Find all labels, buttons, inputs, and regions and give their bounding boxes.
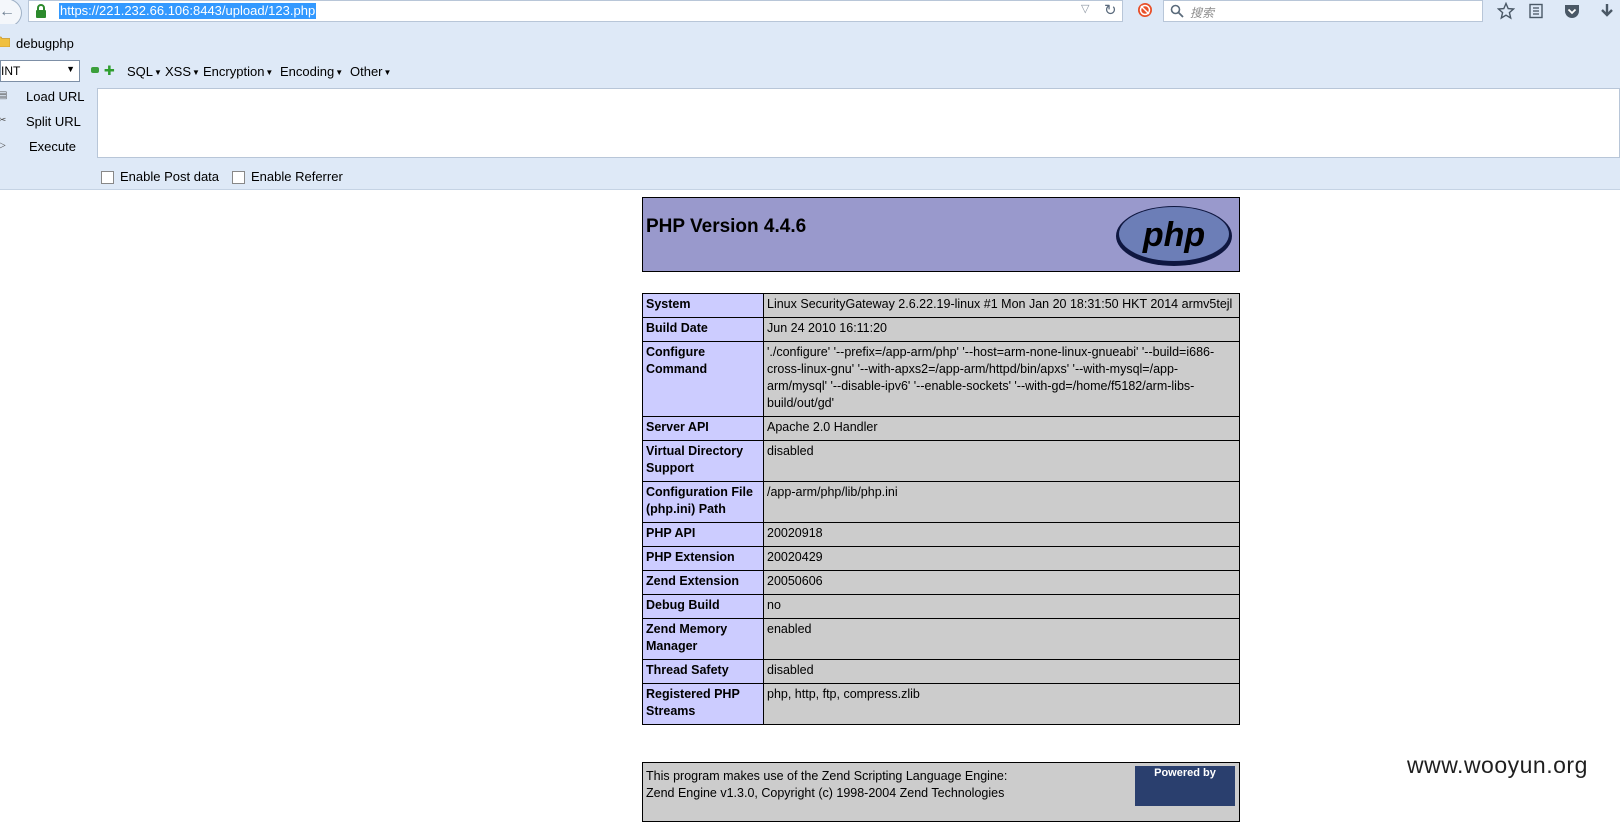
table-row: System Linux SecurityGateway 2.6.22.19-li… <box>642 293 1240 318</box>
menu-encryption[interactable]: Encryption▼ <box>203 64 273 79</box>
lock-icon <box>36 4 46 18</box>
checkbox-box[interactable] <box>232 171 245 184</box>
search-placeholder: 搜索 <box>1190 6 1215 20</box>
row-label: Server API <box>642 416 764 441</box>
zend-line-1: This program makes use of the Zend Scrip… <box>646 769 1008 783</box>
search-bar[interactable]: 搜索 <box>1163 0 1483 22</box>
row-value: disabled <box>763 659 1240 684</box>
row-label: Debug Build <box>642 594 764 619</box>
row-value: /app-arm/php/lib/php.ini <box>763 481 1240 523</box>
row-label: PHP API <box>642 522 764 547</box>
row-value: disabled <box>763 440 1240 482</box>
folder-icon <box>0 36 10 47</box>
download-icon[interactable] <box>1598 2 1616 20</box>
row-value: 20020429 <box>763 546 1240 571</box>
table-row: Zend Memory Manager enabled <box>642 618 1240 660</box>
table-row: PHP Extension 20020429 <box>642 546 1240 571</box>
row-label: Thread Safety <box>642 659 764 684</box>
php-logo: php <box>1116 206 1232 266</box>
increase-icon[interactable]: ✚ <box>104 63 115 79</box>
zend-box: This program makes use of the Zend Scrip… <box>642 762 1240 822</box>
search-icon <box>1170 4 1184 18</box>
table-row: Thread Safety disabled <box>642 659 1240 684</box>
table-row: PHP API 20020918 <box>642 522 1240 547</box>
execute-button[interactable]: ▷ Execute <box>0 136 92 158</box>
url-dropdown-icon[interactable]: ▽ <box>1081 2 1089 15</box>
back-arrow-icon: ← <box>0 3 15 20</box>
row-value: no <box>763 594 1240 619</box>
zend-line-2: Zend Engine v1.3.0, Copyright (c) 1998-2… <box>646 786 1005 800</box>
row-value: 20020918 <box>763 522 1240 547</box>
row-value: 20050606 <box>763 570 1240 595</box>
row-value: './configure' '--prefix=/app-arm/php' '-… <box>763 341 1240 417</box>
table-row: Zend Extension 20050606 <box>642 570 1240 595</box>
row-label: Registered PHP Streams <box>642 683 764 725</box>
chevron-down-icon: ▼ <box>66 64 75 74</box>
decrease-icon[interactable] <box>91 67 99 73</box>
reading-list-icon[interactable] <box>1527 2 1545 20</box>
bookmarks-toolbar: debugphp <box>0 24 1620 56</box>
row-label: Build Date <box>642 317 764 342</box>
table-row: Virtual Directory Support disabled <box>642 440 1240 482</box>
table-row: Registered PHP Streams php, http, ftp, co… <box>642 683 1240 725</box>
play-icon: ▷ <box>0 140 6 151</box>
table-row: Configure Command './configure' '--prefix… <box>642 341 1240 417</box>
php-logo-text: php <box>1142 216 1205 254</box>
zend-logo: Powered by <box>1135 766 1235 806</box>
scissors-icon: ✂ <box>0 115 7 126</box>
row-value: php, http, ftp, compress.zlib <box>763 683 1240 725</box>
load-url-icon: ▤ <box>0 90 8 101</box>
type-select[interactable]: INT ▼ <box>0 60 80 82</box>
menu-encoding[interactable]: Encoding▼ <box>280 64 343 79</box>
bookmark-debugphp[interactable]: debugphp <box>16 36 74 51</box>
menu-xss[interactable]: XSS▼ <box>165 64 200 79</box>
noscript-icon[interactable] <box>1137 2 1153 18</box>
split-url-button[interactable]: ✂ Split URL <box>0 111 92 133</box>
row-label: Virtual Directory Support <box>642 440 764 482</box>
row-label: Zend Memory Manager <box>642 618 764 660</box>
url-text[interactable]: https://221.232.66.106:8443/upload/123.p… <box>59 3 317 19</box>
row-value: Linux SecurityGateway 2.6.22.19-linux #1… <box>763 293 1240 318</box>
watermark: www.wooyun.org <box>1407 752 1588 778</box>
zend-logo-text: Powered by <box>1154 767 1216 779</box>
table-row: Debug Build no <box>642 594 1240 619</box>
pocket-icon[interactable] <box>1563 2 1581 20</box>
row-label: PHP Extension <box>642 546 764 571</box>
load-url-button[interactable]: ▤ Load URL <box>0 86 92 108</box>
reload-icon[interactable]: ↻ <box>1104 1 1117 19</box>
browser-navbar: ← https://221.232.66.106:8443/upload/123… <box>0 0 1620 28</box>
info-table: System Linux SecurityGateway 2.6.22.19-li… <box>642 293 1240 725</box>
row-label: Configuration File (php.ini) Path <box>642 481 764 523</box>
row-value: Apache 2.0 Handler <box>763 416 1240 441</box>
star-icon[interactable] <box>1497 2 1515 20</box>
php-header: PHP Version 4.4.6 php <box>642 197 1240 272</box>
row-label: System <box>642 293 764 318</box>
menu-other[interactable]: Other▼ <box>350 64 391 79</box>
checkbox-box[interactable] <box>101 171 114 184</box>
table-row: Configuration File (php.ini) Path/app-ar… <box>642 481 1240 523</box>
table-row: Build Date Jun 24 2010 16:11:20 <box>642 317 1240 342</box>
row-value: Jun 24 2010 16:11:20 <box>763 317 1240 342</box>
hackbar-panel: INT ▼ ✚ SQL▼ XSS▼ Encryption▼ Encoding▼ … <box>0 56 1620 190</box>
menu-sql[interactable]: SQL▼ <box>127 64 162 79</box>
row-value: enabled <box>763 618 1240 660</box>
url-bar[interactable]: https://221.232.66.106:8443/upload/123.p… <box>28 0 1123 22</box>
zend-text: This program makes use of the Zend Scrip… <box>646 768 1007 802</box>
row-label: Configure Command <box>642 341 764 417</box>
url-textarea[interactable] <box>97 88 1620 158</box>
type-select-value: INT <box>1 64 21 78</box>
page-title: PHP Version 4.4.6 <box>646 216 807 237</box>
row-label: Zend Extension <box>642 570 764 595</box>
table-row: Server API Apache 2.0 Handler <box>642 416 1240 441</box>
